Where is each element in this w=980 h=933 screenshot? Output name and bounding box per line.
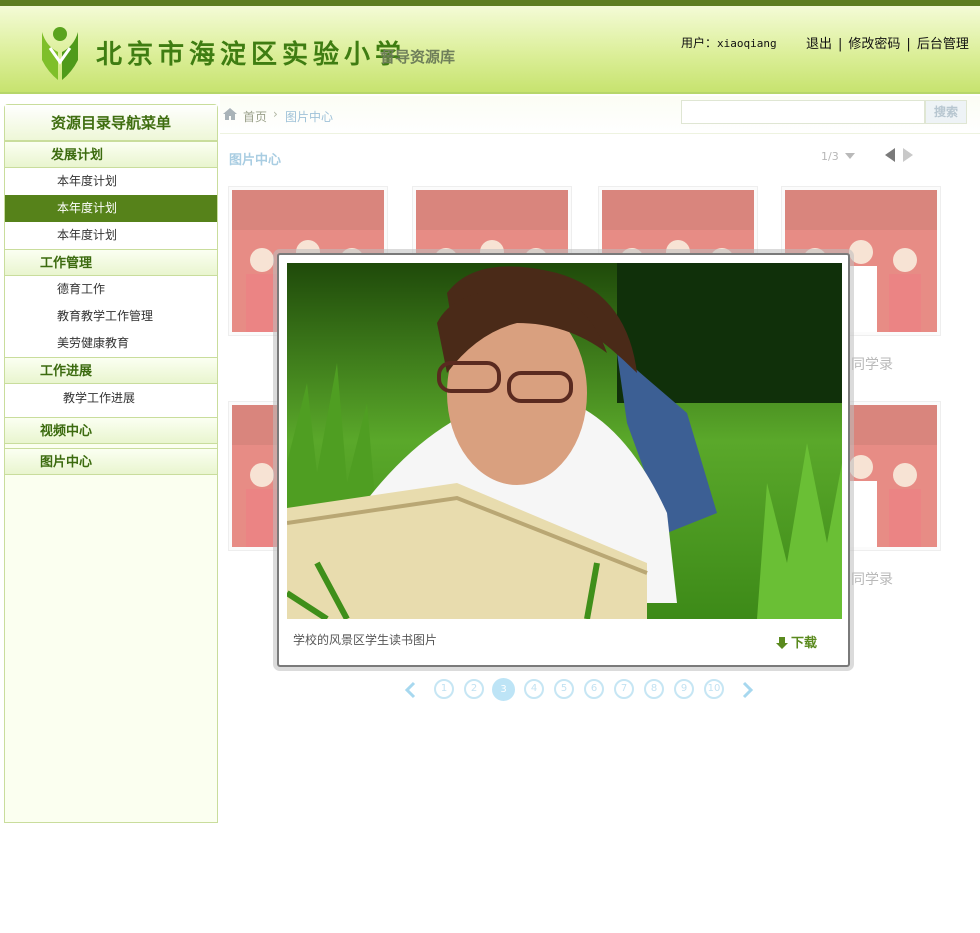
download-arrow-icon [776, 637, 788, 649]
lightbox-caption: 学校的风景区学生读书图片 [293, 633, 438, 647]
thumbnail-caption: 同学录 [851, 357, 893, 373]
pagination-page[interactable]: 4 [524, 679, 544, 699]
link-separator: | [838, 37, 843, 52]
sidebar-group-development-plan[interactable]: 发展计划 [5, 141, 217, 168]
pagination-page[interactable]: 6 [584, 679, 604, 699]
pagination-prev-icon[interactable] [404, 681, 416, 699]
sidebar-group-picture-center[interactable]: 图片中心 [5, 448, 217, 475]
download-label: 下载 [791, 636, 818, 651]
sidebar-group-video-center[interactable]: 视频中心 [5, 417, 217, 444]
sidebar-item-annual-plan[interactable]: 本年度计划 [5, 168, 217, 195]
breadcrumb-bar: 首页 › 图片中心 搜索 [220, 96, 980, 134]
search-button[interactable]: 搜索 [925, 100, 967, 124]
sidebar-item-health-education[interactable]: 美劳健康教育 [5, 330, 217, 357]
pagination-page[interactable]: 10 [704, 679, 724, 699]
page-indicator: 1/3 [821, 150, 839, 163]
pagination-page[interactable]: 2 [464, 679, 484, 699]
prev-arrow-icon[interactable] [884, 147, 896, 163]
sidebar-item-moral-education[interactable]: 德育工作 [5, 276, 217, 303]
sidebar-title: 资源目录导航菜单 [5, 105, 217, 141]
change-password-link[interactable]: 修改密码 [848, 37, 900, 52]
sidebar-group-work-management[interactable]: 工作管理 [5, 249, 217, 276]
thumbnail-caption: 同学录 [851, 572, 893, 588]
admin-link[interactable]: 后台管理 [917, 37, 969, 52]
user-info: 用户：xiaoqiang [681, 34, 777, 51]
top-links: 退出 | 修改密码 | 后台管理 [806, 33, 969, 52]
sidebar-item-annual-plan-active[interactable]: 本年度计划 [5, 195, 217, 222]
sidebar-group-work-progress[interactable]: 工作进展 [5, 357, 217, 384]
pagination-page[interactable]: 8 [644, 679, 664, 699]
school-name: 北京市海淀区实验小学 [96, 40, 407, 70]
section-title: 图片中心 [229, 153, 282, 168]
header: 北京市海淀区实验小学 督导资源库 用户：xiaoqiang 退出 | 修改密码 | 后台… [0, 6, 980, 94]
sidebar-item-teaching-management[interactable]: 教育教学工作管理 [5, 303, 217, 330]
system-name: 督导资源库 [380, 48, 456, 66]
pagination-page-current[interactable]: 3 [492, 678, 515, 701]
photo-lightbox: 学校的风景区学生读书图片 下载 [277, 253, 850, 667]
download-button[interactable]: 下载 [775, 632, 817, 651]
logout-link[interactable]: 退出 [806, 37, 832, 52]
sidebar-item-teaching-progress[interactable]: 教学工作进展 [5, 384, 217, 417]
logo-icon [42, 27, 78, 80]
breadcrumb-current: 图片中心 [285, 110, 334, 124]
pagination-page[interactable]: 5 [554, 679, 574, 699]
link-separator: | [906, 37, 911, 52]
pagination-next-icon[interactable] [742, 681, 754, 699]
home-icon[interactable] [222, 107, 238, 121]
user-label: 用户： [681, 36, 718, 50]
dropdown-triangle-icon[interactable] [844, 150, 856, 162]
sidebar-item-annual-plan[interactable]: 本年度计划 [5, 222, 217, 249]
username: xiaoqiang [717, 37, 777, 50]
pagination-page[interactable]: 9 [674, 679, 694, 699]
breadcrumb-home[interactable]: 首页 [243, 108, 267, 125]
search-input[interactable] [681, 100, 925, 124]
next-arrow-icon[interactable] [902, 147, 914, 163]
pagination-page[interactable]: 7 [614, 679, 634, 699]
lightbox-photo [287, 263, 842, 619]
breadcrumb-separator-icon: › [273, 107, 278, 121]
pagination-page[interactable]: 1 [434, 679, 454, 699]
sidebar-nav: 资源目录导航菜单 发展计划 本年度计划 本年度计划 本年度计划 工作管理 德育工… [4, 104, 218, 823]
